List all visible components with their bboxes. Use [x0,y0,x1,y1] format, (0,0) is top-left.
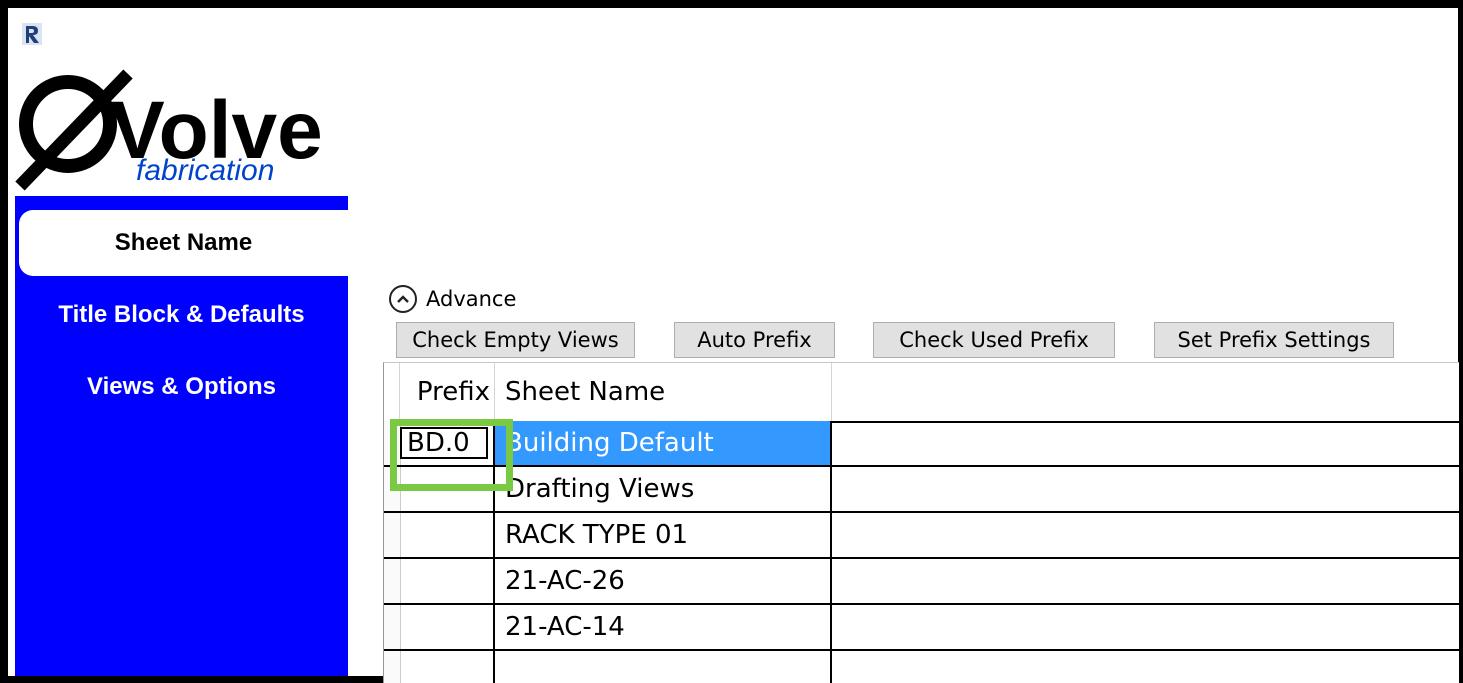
sidebar-item-sheet-name[interactable]: Sheet Name [19,210,348,276]
sheet-grid: Prefix Sheet Name BD.0 Building Default … [383,362,1459,683]
row-gutter [384,559,401,603]
sheet-name-cell[interactable]: 21-AC-14 [495,605,832,649]
prefix-cell[interactable] [400,467,495,511]
revit-r-icon [22,23,42,45]
prefix-cell[interactable] [400,513,495,557]
sidebar-item-label: Title Block & Defaults [58,301,305,328]
sheet-name-cell[interactable]: RACK TYPE 01 [495,513,832,557]
table-row[interactable]: BD.0 Building Default [384,421,1459,467]
table-row[interactable] [384,651,1459,683]
prefix-cell[interactable] [400,605,495,649]
row-gutter [384,605,401,649]
set-prefix-settings-button[interactable]: Set Prefix Settings [1154,322,1394,358]
column-header-prefix[interactable]: Prefix [400,363,495,421]
row-filler [832,605,1459,649]
sidebar-item-title-block-defaults[interactable]: Title Block & Defaults [15,282,348,348]
table-row[interactable]: Drafting Views [384,467,1459,513]
advance-expander[interactable]: Advance [389,282,516,316]
row-gutter [384,651,401,683]
row-filler [832,421,1459,465]
prefix-cell[interactable] [400,651,495,683]
row-filler [832,467,1459,511]
row-gutter [384,513,401,557]
grid-header: Prefix Sheet Name [384,363,1459,423]
column-header-filler [832,363,1459,421]
table-row[interactable]: 21-AC-26 [384,559,1459,605]
prefix-input[interactable]: BD.0 [400,427,488,459]
evolve-fabrication-logo: Volve fabrication [10,66,356,196]
sheet-name-cell[interactable]: Building Default [495,421,832,465]
chevron-up-circle-icon [389,285,417,313]
row-gutter [384,467,401,511]
auto-prefix-button[interactable]: Auto Prefix [674,322,835,358]
logo-subtitle: fabrication [136,154,274,187]
row-filler [832,651,1459,683]
check-used-prefix-button[interactable]: Check Used Prefix [873,322,1115,358]
prefix-cell[interactable]: BD.0 [400,421,495,465]
table-row[interactable]: 21-AC-14 [384,605,1459,651]
header-gutter [384,363,400,421]
sidebar-item-label: Sheet Name [114,229,253,256]
sheet-name-cell[interactable] [495,651,832,683]
column-header-sheet-name[interactable]: Sheet Name [495,363,832,421]
check-empty-views-button[interactable]: Check Empty Views [396,322,635,358]
row-filler [832,513,1459,557]
row-filler [832,559,1459,603]
table-row[interactable]: RACK TYPE 01 [384,513,1459,559]
sidebar-item-label: Views & Options [87,373,276,400]
sidebar-item-views-options[interactable]: Views & Options [15,354,348,420]
sidebar-nav: Sheet Name Title Block & Defaults Views … [15,196,348,676]
prefix-cell[interactable] [400,559,495,603]
advance-label: Advance [426,287,517,311]
row-gutter [384,421,401,465]
sheet-name-cell[interactable]: Drafting Views [495,467,832,511]
sheet-name-cell[interactable]: 21-AC-26 [495,559,832,603]
